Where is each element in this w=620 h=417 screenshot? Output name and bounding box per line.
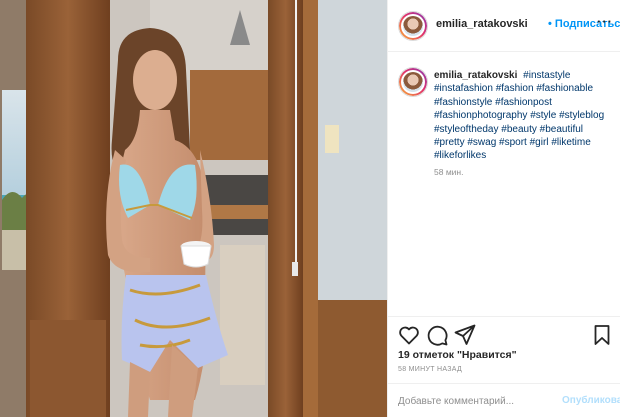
- avatar-frame: [401, 14, 425, 38]
- hashtag-link[interactable]: #beautiful: [540, 124, 583, 135]
- post-caption: emilia_ratakovski #instastyle #instafash…: [388, 52, 620, 310]
- instagram-post: emilia_ratakovski • Подписаться ··· emil…: [0, 0, 620, 417]
- post-sidebar: emilia_ratakovski • Подписаться ··· emil…: [387, 0, 620, 417]
- hashtag-link[interactable]: #style: [530, 110, 556, 121]
- username-link[interactable]: emilia_ratakovski: [436, 18, 528, 30]
- post-photo[interactable]: [0, 0, 387, 417]
- hashtag-link[interactable]: #instafashion: [434, 83, 493, 94]
- hashtag-link[interactable]: #fashion: [496, 83, 534, 94]
- post-timestamp: 58 МИНУТ НАЗАД: [398, 366, 463, 373]
- hashtag-link[interactable]: #instastyle: [523, 70, 570, 81]
- caption-avatar[interactable]: [398, 67, 428, 97]
- photo-illustration: [0, 0, 387, 417]
- hashtag-link[interactable]: #fashionpost: [495, 97, 552, 108]
- hashtag-link[interactable]: #fashionable: [536, 83, 593, 94]
- hashtag-link[interactable]: #girl: [530, 137, 549, 148]
- avatar-frame: [401, 70, 425, 94]
- caption-text: emilia_ratakovski #instastyle #instafash…: [434, 69, 614, 163]
- hashtag-link[interactable]: #styleblog: [559, 110, 604, 121]
- hashtag-link[interactable]: #fashionphotography: [434, 110, 527, 121]
- hashtag-link[interactable]: #likeforlikes: [434, 150, 486, 161]
- comment-form: Опубликовать: [388, 383, 620, 417]
- hashtag-link[interactable]: #pretty: [434, 137, 465, 148]
- heart-icon[interactable]: [397, 323, 421, 347]
- publish-button[interactable]: Опубликовать: [562, 395, 620, 406]
- hashtag-link[interactable]: #sport: [499, 137, 527, 148]
- follow-separator: •: [548, 18, 552, 30]
- more-options-icon[interactable]: ···: [597, 14, 613, 29]
- caption-timestamp: 58 мин.: [434, 167, 464, 177]
- post-header: emilia_ratakovski • Подписаться ···: [388, 0, 620, 52]
- avatar[interactable]: [398, 11, 428, 41]
- action-bar: [388, 316, 620, 350]
- bookmark-icon[interactable]: [590, 323, 614, 347]
- likes-count[interactable]: 19 отметок "Нравится": [398, 349, 517, 361]
- caption-username-link[interactable]: emilia_ratakovski: [434, 70, 517, 81]
- hashtag-link[interactable]: #beauty: [501, 124, 537, 135]
- avatar-image: [403, 72, 423, 92]
- hashtag-link[interactable]: #swag: [467, 137, 496, 148]
- hashtag-link[interactable]: #styleoftheday: [434, 124, 499, 135]
- hashtag-link[interactable]: #liketime: [551, 137, 590, 148]
- paper-plane-icon[interactable]: [453, 323, 477, 347]
- comment-icon[interactable]: [425, 323, 449, 347]
- hashtag-link[interactable]: #fashionstyle: [434, 97, 492, 108]
- comment-input[interactable]: [398, 393, 548, 409]
- avatar-image: [403, 16, 423, 36]
